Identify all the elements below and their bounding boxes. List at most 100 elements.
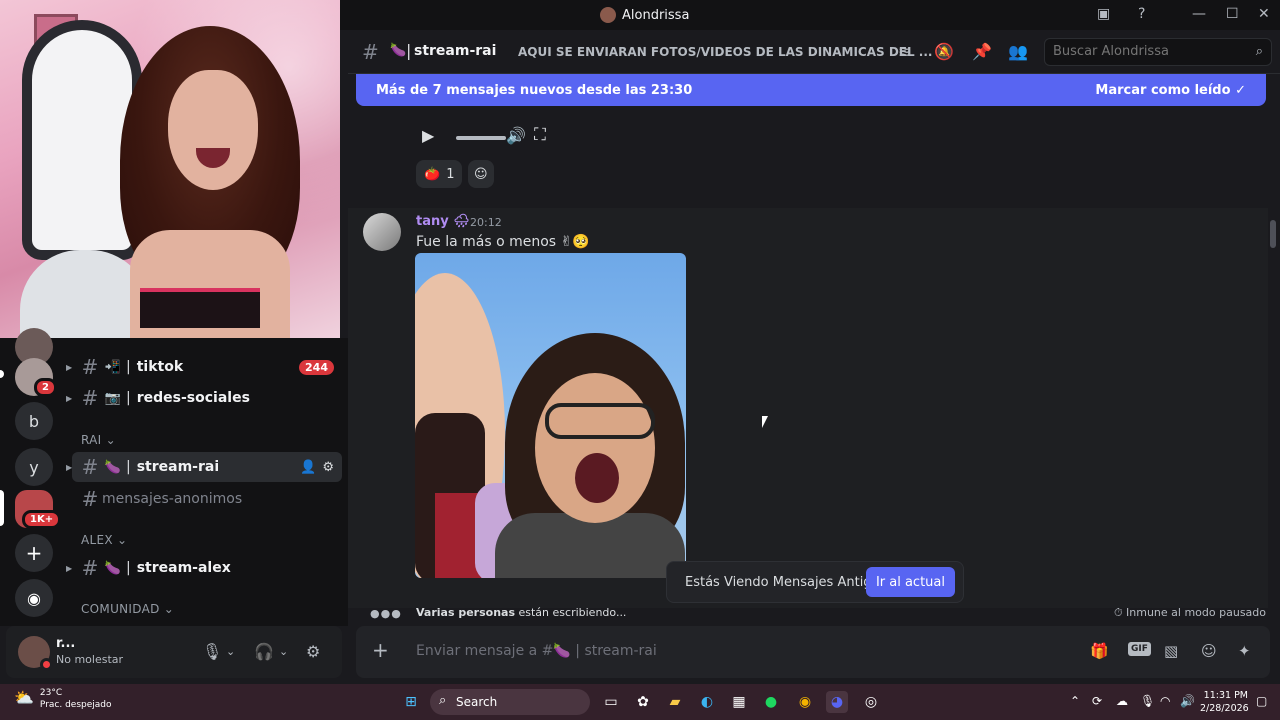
channel-sidebar: ▶ # 📲 | tiktok 244 ▶ # 📷 | redes-sociale… bbox=[66, 338, 348, 626]
search-input[interactable] bbox=[1053, 44, 1243, 59]
channel-emoji: 📲 bbox=[104, 359, 122, 375]
caret-icon: ▶ bbox=[66, 563, 73, 573]
chevron-down-icon[interactable]: ⌄ bbox=[279, 645, 288, 658]
threads-icon[interactable]: ≋ bbox=[898, 42, 911, 61]
channel-name: stream-alex bbox=[136, 560, 231, 576]
typing-dots-icon: ●●● bbox=[370, 607, 402, 620]
weather-icon: ⛅ bbox=[14, 688, 34, 707]
channel-emoji: 🍆 bbox=[104, 560, 122, 576]
gift-icon[interactable]: 🎁 bbox=[1090, 642, 1109, 660]
clock[interactable]: 11:31 PM 2/28/2026 bbox=[1200, 689, 1249, 715]
message-author[interactable]: tany 🌧 bbox=[416, 214, 470, 229]
new-messages-bar[interactable]: Más de 7 mensajes nuevos desde las 23:30… bbox=[356, 74, 1266, 106]
mic-icon[interactable]: 🎙 bbox=[1140, 694, 1155, 708]
apps-icon[interactable]: ✦ bbox=[1238, 642, 1251, 660]
help-icon[interactable]: ? bbox=[1138, 6, 1145, 22]
task-view-icon[interactable]: ▭ bbox=[600, 691, 622, 713]
gif-icon[interactable]: GIF bbox=[1128, 642, 1151, 656]
play-icon[interactable]: ▶ bbox=[422, 126, 434, 145]
spotify-icon[interactable]: ● bbox=[760, 691, 782, 713]
chevron-down-icon[interactable]: ⌄ bbox=[226, 645, 235, 658]
notifications-muted-icon[interactable]: 🔕 bbox=[934, 42, 954, 61]
app-icon[interactable]: ◎ bbox=[860, 691, 882, 713]
chevron-up-icon[interactable]: ⌃ bbox=[1070, 694, 1080, 708]
message-image[interactable] bbox=[415, 253, 686, 578]
avatar[interactable] bbox=[363, 213, 401, 251]
channel-emoji: 🍆 bbox=[104, 459, 122, 475]
reaction-tomato[interactable]: 🍅 1 bbox=[416, 160, 463, 188]
add-server-icon[interactable]: + bbox=[15, 534, 53, 572]
hash-icon: # bbox=[81, 556, 99, 580]
invite-icon[interactable]: 👤 bbox=[300, 460, 316, 475]
volume-icon[interactable]: 🔊 bbox=[506, 126, 526, 145]
fullscreen-icon[interactable]: ⛶ bbox=[534, 125, 546, 145]
channel-name: tiktok bbox=[136, 359, 184, 375]
close-button[interactable]: ✕ bbox=[1258, 6, 1270, 22]
message-timestamp: 20:12 bbox=[470, 216, 502, 229]
category-rai[interactable]: RAI ⌄ bbox=[81, 433, 116, 447]
channel-redes-sociales[interactable]: ▶ # 📷 | redes-sociales bbox=[66, 383, 342, 413]
gear-icon[interactable]: ⚙ bbox=[322, 460, 334, 475]
pin-icon[interactable]: 📌 bbox=[972, 42, 992, 61]
store-icon[interactable]: ▦ bbox=[728, 691, 750, 713]
server-icon[interactable]: y bbox=[15, 448, 53, 486]
clock-time: 11:31 PM bbox=[1203, 690, 1248, 701]
hash-icon: # bbox=[81, 355, 99, 379]
server-rail: 2 b y 1K+ + ◉ bbox=[0, 328, 66, 626]
members-icon[interactable]: 👥 bbox=[1008, 42, 1028, 61]
edge-icon[interactable]: ◐ bbox=[696, 691, 718, 713]
weather-temp: 23°C bbox=[39, 688, 63, 698]
discord-icon[interactable]: ◕ bbox=[826, 691, 848, 713]
sync-icon[interactable]: ⟳ bbox=[1092, 694, 1102, 708]
channel-stream-alex[interactable]: ▶ # 🍆 | stream-alex bbox=[66, 553, 342, 583]
notifications-icon[interactable]: ▢ bbox=[1256, 694, 1267, 708]
channel-name: stream-rai bbox=[136, 459, 220, 475]
volume-icon[interactable]: 🔊 bbox=[1180, 694, 1195, 708]
scrollbar[interactable] bbox=[1270, 220, 1276, 248]
avatar[interactable] bbox=[18, 636, 53, 671]
maximize-button[interactable]: ☐ bbox=[1226, 6, 1239, 22]
active-pill bbox=[0, 490, 4, 526]
server-icon[interactable]: b bbox=[15, 402, 53, 440]
add-reaction-button[interactable]: ☺ bbox=[468, 160, 494, 188]
channel-tiktok[interactable]: ▶ # 📲 | tiktok 244 bbox=[66, 352, 342, 382]
settings-gear-icon[interactable]: ⚙ bbox=[306, 642, 320, 661]
file-explorer-icon[interactable]: ▰ bbox=[664, 691, 686, 713]
reaction-count: 1 bbox=[446, 166, 455, 182]
copilot-icon[interactable]: ✿ bbox=[632, 691, 654, 713]
hash-icon: # bbox=[81, 386, 99, 410]
message-composer[interactable]: + Enviar mensaje a #🍆 | stream-rai 🎁 GIF… bbox=[356, 626, 1270, 678]
mic-icon[interactable]: 🎙 bbox=[202, 642, 222, 661]
discover-icon[interactable]: ◉ bbox=[15, 579, 53, 617]
emoji-icon[interactable]: ☺ bbox=[1201, 642, 1217, 660]
composer-placeholder[interactable]: Enviar mensaje a #🍆 | stream-rai bbox=[416, 643, 657, 659]
message-text: Fue la más o menos ✌🥺 bbox=[416, 234, 590, 250]
weather-widget[interactable]: ⛅ 23°C Prac. despejado bbox=[14, 688, 112, 710]
inbox-icon[interactable]: ▣ bbox=[1097, 6, 1110, 22]
jump-to-present-button[interactable]: Ir al actual bbox=[865, 567, 955, 597]
channel-topic[interactable]: AQUI SE ENVIARAN FOTOS/VIDEOS DE LAS DIN… bbox=[518, 45, 933, 59]
mark-as-read-button[interactable]: Marcar como leído ✓ bbox=[1095, 83, 1246, 98]
minimize-button[interactable]: — bbox=[1192, 6, 1206, 22]
user-panel: r... No molestar 🎙 ⌄ 🎧 ⌄ ⚙ bbox=[6, 626, 342, 678]
chrome-icon[interactable]: ◉ bbox=[794, 691, 816, 713]
add-attachment-icon[interactable]: + bbox=[372, 638, 389, 662]
tray-app-icon[interactable]: ☁ bbox=[1116, 694, 1128, 708]
typing-who: Varias personas bbox=[416, 606, 515, 619]
video-progress[interactable] bbox=[456, 136, 506, 140]
category-comunidad[interactable]: COMUNIDAD ⌄ bbox=[81, 602, 174, 616]
dnd-status-icon bbox=[40, 658, 53, 671]
window-title: Alondrissa bbox=[622, 7, 690, 23]
taskbar-search[interactable]: ⌕ Search bbox=[430, 689, 590, 715]
headphones-icon[interactable]: 🎧 bbox=[254, 642, 274, 661]
sticker-icon[interactable]: ▧ bbox=[1164, 642, 1178, 660]
video-controls: ▶ 🔊 ⛶ bbox=[416, 120, 566, 154]
search-box[interactable]: ⌕ bbox=[1044, 38, 1272, 66]
wifi-icon[interactable]: ◠ bbox=[1160, 694, 1170, 708]
channel-name: mensajes-anonimos bbox=[102, 491, 243, 507]
category-alex[interactable]: ALEX ⌄ bbox=[81, 533, 127, 547]
channel-mensajes-anonimos[interactable]: # mensajes-anonimos bbox=[72, 484, 342, 514]
user-status: No molestar bbox=[56, 653, 124, 666]
windows-start-icon[interactable]: ⊞ bbox=[400, 691, 422, 713]
channel-stream-rai[interactable]: ▶ # 🍆 | stream-rai 👤 ⚙ bbox=[66, 452, 342, 482]
